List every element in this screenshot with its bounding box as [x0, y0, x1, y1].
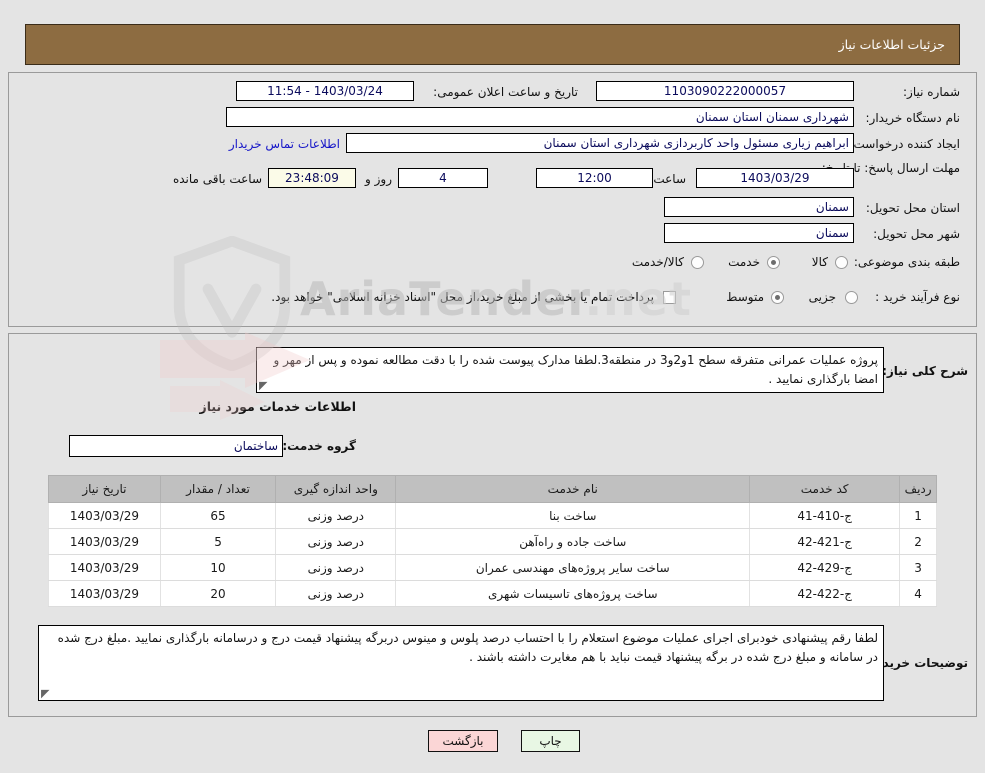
announce-value: 1403/03/24 - 11:54: [236, 81, 414, 101]
buyer-contact-link[interactable]: اطلاعات تماس خریدار: [229, 137, 340, 151]
services-section-title: اطلاعات خدمات مورد نیاز: [199, 399, 357, 414]
cell-date: 1403/03/29: [48, 580, 161, 607]
buyer-org-value: شهرداری سمنان استان سمنان: [226, 107, 854, 127]
hour-label: ساعت: [653, 172, 686, 186]
page-header: جزئیات اطلاعات نیاز: [25, 24, 960, 65]
deadline-date: 1403/03/29: [696, 168, 854, 188]
city-label: شهر محل تحویل:: [873, 227, 960, 241]
requester-label: ایجاد کننده درخواست:: [849, 137, 960, 151]
buyer-notes-text: لطفا رقم پیشنهادی خودبرای اجرای عملیات م…: [57, 631, 878, 664]
description-text: پروژه عملیات عمرانی متفرقه سطح 1و2و3 در …: [273, 353, 878, 386]
table-row: 2 ج-421-42 ساخت جاده و راه‌آهن درصد وزنی…: [48, 528, 937, 555]
resize-grip-icon[interactable]: ◥: [259, 379, 269, 392]
need-number-value: 1103090222000057: [596, 81, 854, 101]
col-qty: تعداد / مقدار: [159, 475, 277, 503]
cell-date: 1403/03/29: [48, 502, 161, 529]
cell-radif: 4: [899, 580, 937, 607]
cell-code: ج-422-42: [749, 580, 901, 607]
cell-name: ساخت سایر پروژه‌های مهندسی عمران: [395, 554, 751, 581]
cell-qty: 20: [159, 580, 277, 607]
col-date: تاریخ نیاز: [48, 475, 161, 503]
cell-unit: درصد وزنی: [275, 554, 397, 581]
cell-name: ساخت جاده و راه‌آهن: [395, 528, 751, 555]
services-table: ردیف کد خدمت نام خدمت واحد اندازه گیری ت…: [48, 475, 937, 607]
province-label: استان محل تحویل:: [865, 201, 960, 215]
days-remaining-value: 4: [398, 168, 488, 188]
cell-radif: 1: [899, 502, 937, 529]
cell-code: ج-429-42: [749, 554, 901, 581]
page-title: جزئیات اطلاعات نیاز: [838, 37, 945, 52]
table-row: 3 ج-429-42 ساخت سایر پروژه‌های مهندسی عم…: [48, 554, 937, 581]
deadline-label: مهلت ارسال پاسخ: تا تاریخ:: [821, 161, 960, 175]
table-body: 1 ج-410-41 ساخت بنا درصد وزنی 65 1403/03…: [48, 502, 937, 607]
cell-name: ساخت بنا: [395, 502, 751, 529]
treasury-checkbox[interactable]: [663, 291, 676, 304]
radio-category-kala[interactable]: [835, 256, 848, 269]
need-number-label: شماره نیاز:: [903, 85, 960, 99]
cell-date: 1403/03/29: [48, 528, 161, 555]
process-label: نوع فرآیند خرید :: [875, 290, 960, 304]
category-label: طبقه بندی موضوعی:: [853, 255, 960, 269]
cell-unit: درصد وزنی: [275, 528, 397, 555]
service-group-label: گروه خدمت:: [282, 439, 356, 453]
radio-category-khedmat[interactable]: [767, 256, 780, 269]
cell-qty: 65: [159, 502, 277, 529]
cell-unit: درصد وزنی: [275, 502, 397, 529]
back-button[interactable]: بازگشت: [428, 730, 498, 752]
buyer-org-label: نام دستگاه خریدار:: [865, 111, 961, 125]
table-header-row: ردیف کد خدمت نام خدمت واحد اندازه گیری ت…: [48, 475, 937, 503]
col-radif: ردیف: [899, 475, 937, 503]
cell-name: ساخت پروژه‌های تاسیسات شهری: [395, 580, 751, 607]
buyer-notes-textarea[interactable]: لطفا رقم پیشنهادی خودبرای اجرای عملیات م…: [38, 625, 884, 701]
radio-process-jozei-label: جزیی: [808, 290, 836, 304]
print-button[interactable]: چاپ: [521, 730, 580, 752]
radio-process-motavaset-label: متوسط: [726, 290, 764, 304]
province-value: سمنان: [664, 197, 854, 217]
need-info-panel: شماره نیاز: 1103090222000057 تاریخ و ساع…: [8, 72, 977, 327]
radio-category-kala-khedmat-label: کالا/خدمت: [631, 255, 684, 269]
table-row: 1 ج-410-41 ساخت بنا درصد وزنی 65 1403/03…: [48, 502, 937, 529]
col-unit: واحد اندازه گیری: [275, 475, 397, 503]
description-textarea[interactable]: پروژه عملیات عمرانی متفرقه سطح 1و2و3 در …: [256, 347, 884, 393]
countdown-value: 23:48:09: [268, 168, 356, 188]
radio-category-khedmat-label: خدمت: [728, 255, 760, 269]
radio-category-kala-label: کالا: [811, 255, 828, 269]
cell-unit: درصد وزنی: [275, 580, 397, 607]
radio-process-jozei[interactable]: [845, 291, 858, 304]
cell-radif: 2: [899, 528, 937, 555]
col-code: کد خدمت: [749, 475, 901, 503]
days-remaining-label: روز و: [365, 172, 392, 186]
col-name: نام خدمت: [395, 475, 751, 503]
cell-qty: 5: [159, 528, 277, 555]
treasury-checkbox-label: پرداخت تمام یا بخشی از مبلغ خرید،از محل …: [271, 290, 654, 304]
cell-qty: 10: [159, 554, 277, 581]
radio-category-kala-khedmat[interactable]: [691, 256, 704, 269]
radio-process-motavaset[interactable]: [771, 291, 784, 304]
city-value: سمنان: [664, 223, 854, 243]
resize-grip-icon-2[interactable]: ◥: [41, 687, 51, 700]
countdown-label: ساعت باقی مانده: [172, 172, 262, 186]
description-label: شرح کلی نیاز:: [882, 364, 968, 378]
deadline-time: 12:00: [536, 168, 653, 188]
table-row: 4 ج-422-42 ساخت پروژه‌های تاسیسات شهری د…: [48, 580, 937, 607]
announce-label: تاریخ و ساعت اعلان عمومی:: [433, 85, 578, 99]
cell-code: ج-421-42: [749, 528, 901, 555]
cell-date: 1403/03/29: [48, 554, 161, 581]
requester-value: ابراهیم زیاری مسئول واحد کاربردازی شهردا…: [346, 133, 854, 153]
cell-code: ج-410-41: [749, 502, 901, 529]
service-group-value: ساختمان: [69, 435, 283, 457]
cell-radif: 3: [899, 554, 937, 581]
